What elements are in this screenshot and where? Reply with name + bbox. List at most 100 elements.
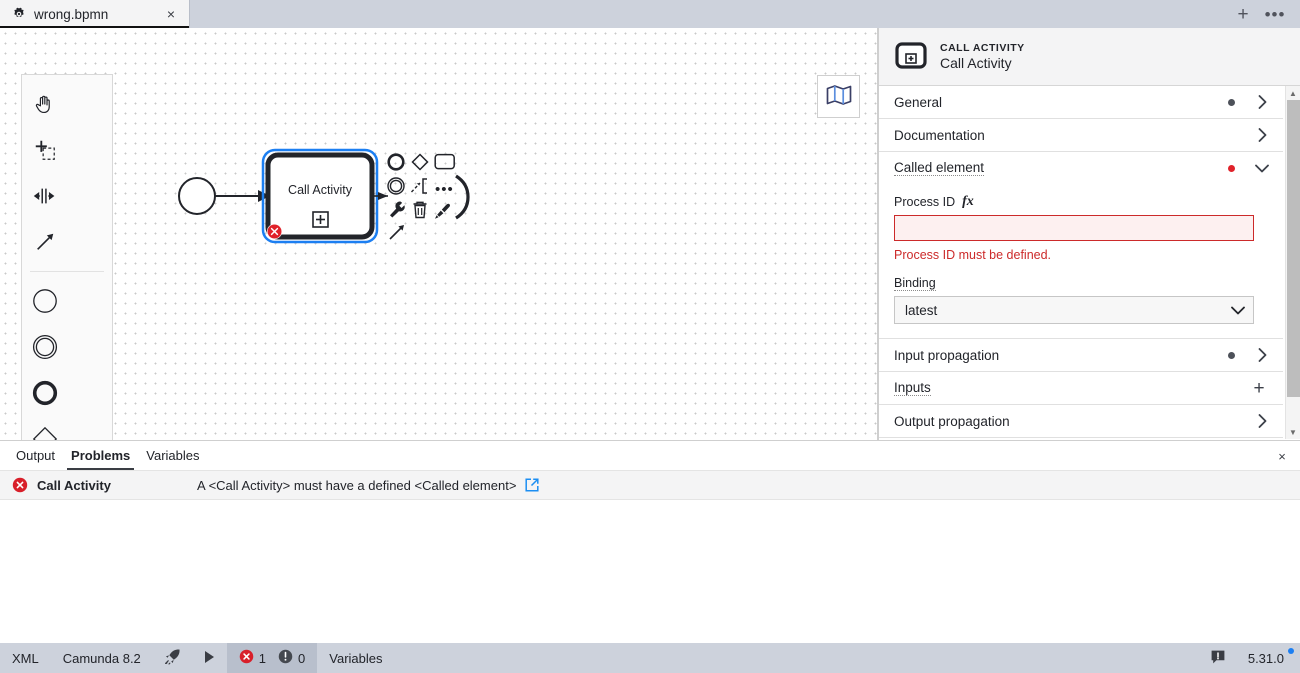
group-called-element-title: Called element <box>894 160 985 176</box>
tab-variables[interactable]: Variables <box>138 441 207 470</box>
tab-problems[interactable]: Problems <box>63 441 138 470</box>
minimap-toggle-button[interactable] <box>817 75 860 118</box>
problem-message: A <Call Activity> must have a defined <C… <box>197 477 517 493</box>
error-badge-icon[interactable] <box>266 223 283 243</box>
element-name-label: Call Activity <box>940 55 1012 71</box>
palette-elements-group <box>22 272 112 440</box>
circle-double-icon[interactable] <box>386 176 406 199</box>
call-activity-icon <box>895 41 927 72</box>
wrench-icon[interactable] <box>388 200 406 223</box>
group-general-header[interactable]: General <box>879 86 1283 118</box>
tab-bar: wrong.bpmn × + ••• <box>0 0 1300 28</box>
update-available-dot <box>1288 648 1294 654</box>
trash-icon[interactable] <box>411 200 429 223</box>
tab-close-button[interactable]: × <box>163 6 179 22</box>
tab-wrong-bpmn[interactable]: wrong.bpmn × <box>0 0 190 28</box>
group-documentation-header[interactable]: Documentation <box>879 119 1283 151</box>
notifications-button[interactable] <box>1200 643 1236 673</box>
warning-icon <box>278 649 293 667</box>
hand-icon[interactable] <box>22 81 68 127</box>
binding-select[interactable]: latest <box>894 296 1254 324</box>
tab-output[interactable]: Output <box>8 441 63 470</box>
ellipsis-icon[interactable]: ••• <box>435 182 454 197</box>
scroll-up-arrow-icon[interactable]: ▲ <box>1286 86 1300 100</box>
group-output-propagation-header[interactable]: Output propagation <box>879 405 1283 437</box>
run-button[interactable] <box>191 643 227 673</box>
arrow-icon[interactable] <box>387 222 407 245</box>
group-inputs-title: Inputs <box>894 380 931 396</box>
arrow-icon[interactable] <box>22 219 68 265</box>
diamond-icon[interactable] <box>410 152 430 175</box>
error-count-badge: 1 <box>239 649 266 667</box>
circle-thick-icon[interactable] <box>386 152 406 175</box>
text-annotation-icon[interactable] <box>409 176 433 201</box>
chevron-right-icon <box>1255 128 1269 142</box>
group-output-propagation-title: Output propagation <box>894 413 1010 429</box>
ellipsis-icon[interactable]: ••• <box>1262 3 1288 25</box>
scrollbar-thumb[interactable] <box>1287 100 1300 397</box>
fx-toggle-icon[interactable]: fx <box>962 194 974 210</box>
status-xml-button[interactable]: XML <box>0 643 51 673</box>
rocket-icon <box>163 648 181 669</box>
properties-panel: CALL ACTIVITY Call Activity General Docu… <box>878 28 1300 440</box>
rounded-rect-icon[interactable] <box>434 153 456 174</box>
group-inputs-header[interactable]: Inputs + <box>879 372 1283 404</box>
play-icon <box>201 649 217 668</box>
group-input-propagation-status-dot <box>1228 351 1235 359</box>
group-input-propagation-title: Input propagation <box>894 347 1000 363</box>
problem-row[interactable]: Call Activity A <Call Activity> must hav… <box>0 470 1300 500</box>
group-input-propagation-header[interactable]: Input propagation <box>879 339 1283 371</box>
deploy-button[interactable] <box>153 643 191 673</box>
version-button[interactable]: 5.31.0 <box>1236 643 1300 673</box>
tab-bar-actions: + ••• <box>1230 0 1300 28</box>
map-icon <box>826 84 852 109</box>
plus-icon[interactable]: + <box>1230 3 1256 25</box>
group-general: General <box>879 86 1283 119</box>
warning-count-badge: 0 <box>278 649 305 667</box>
bpmn-palette: ••• <box>21 74 113 440</box>
group-output-propagation: Output propagation <box>879 405 1283 438</box>
external-link-icon[interactable] <box>525 478 539 492</box>
binding-select-wrapper: latest <box>894 296 1254 324</box>
process-id-label: Process ID <box>894 195 956 209</box>
properties-header-text: CALL ACTIVITY Call Activity <box>940 42 1025 71</box>
group-general-title: General <box>894 94 943 110</box>
problems-counter-button[interactable]: 1 0 <box>226 643 318 673</box>
group-called-element-status-dot <box>1228 164 1235 172</box>
status-variables-button[interactable]: Variables <box>317 643 394 673</box>
bpmn-canvas[interactable]: Call Activity ••• <box>0 28 878 440</box>
group-general-status-dot <box>1228 98 1235 106</box>
loop-icon[interactable] <box>452 174 474 223</box>
circle-double-icon[interactable] <box>22 324 68 370</box>
close-icon[interactable]: × <box>1274 448 1290 464</box>
properties-scrollbar[interactable]: ▲ ▼ <box>1285 86 1300 439</box>
add-input-button[interactable]: + <box>1249 378 1269 398</box>
diamond-icon[interactable] <box>22 416 68 440</box>
bottom-panel: Output Problems Variables × Call Activit… <box>0 440 1300 643</box>
status-bar: XML Camunda 8.2 1 0 Variables 5.31.0 <box>0 643 1300 673</box>
group-called-element-header[interactable]: Called element <box>879 152 1283 184</box>
binding-label: Binding <box>894 276 936 291</box>
chevron-right-icon <box>1255 95 1269 109</box>
element-type-label: CALL ACTIVITY <box>940 42 1025 54</box>
properties-scroll-area: General Documentation Called element Pro… <box>879 86 1300 439</box>
status-engine-label[interactable]: Camunda 8.2 <box>51 643 153 673</box>
paint-brush-icon[interactable] <box>434 202 452 223</box>
group-called-element: Called element Process ID fx Process ID … <box>879 152 1283 339</box>
scroll-down-arrow-icon[interactable]: ▼ <box>1286 425 1300 439</box>
group-input-propagation: Input propagation <box>879 339 1283 372</box>
circle-thick-icon[interactable] <box>22 370 68 416</box>
call-activity-shape[interactable]: Call Activity <box>266 155 372 240</box>
chevron-right-icon <box>1255 348 1269 362</box>
group-documentation-title: Documentation <box>894 127 985 143</box>
process-id-input[interactable] <box>894 215 1254 241</box>
error-icon <box>12 477 28 493</box>
space-tool-icon[interactable] <box>22 173 68 219</box>
bottom-panel-tabs: Output Problems Variables × <box>0 441 1300 470</box>
circle-thin-icon[interactable] <box>22 278 68 324</box>
chevron-down-icon <box>1255 164 1269 173</box>
bpmn-gear-icon <box>12 7 26 21</box>
lasso-icon[interactable] <box>22 127 68 173</box>
properties-groups: General Documentation Called element Pro… <box>879 86 1283 438</box>
warning-count-label: 0 <box>298 650 306 666</box>
